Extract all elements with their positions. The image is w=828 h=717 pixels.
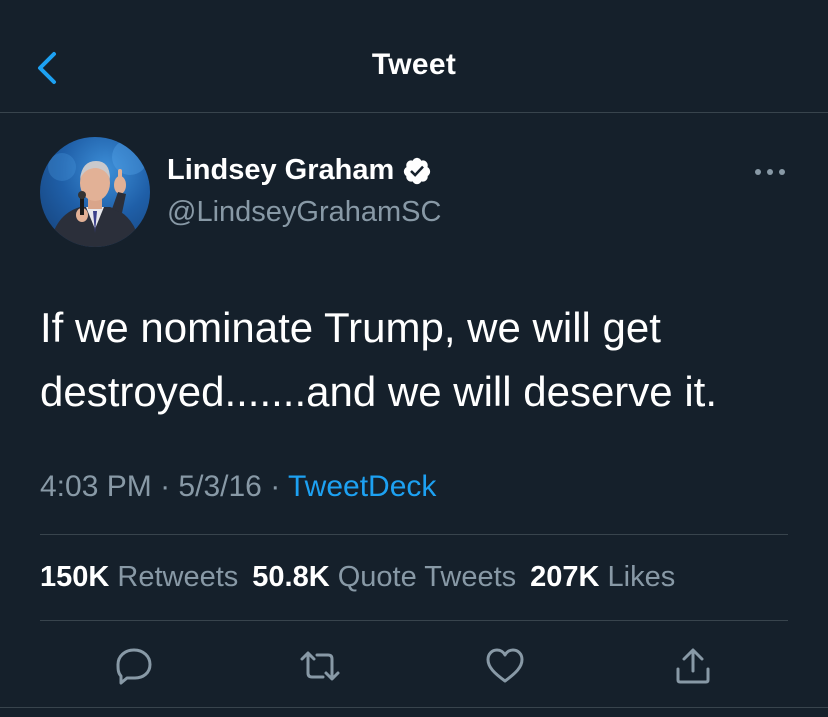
quotes-stat[interactable]: 50.8K Quote Tweets <box>252 561 530 593</box>
author-handle[interactable]: @LindseyGrahamSC <box>167 196 441 229</box>
profile-photo <box>48 139 148 247</box>
tweet-source-link[interactable]: TweetDeck <box>288 470 436 503</box>
tweet-text-line: destroyed.......and we will deserve it. <box>40 368 717 415</box>
author-name-text: Lindsey Graham <box>167 154 395 186</box>
likes-stat[interactable]: 207K Likes <box>530 561 689 593</box>
retweet-icon <box>300 651 340 681</box>
meta-separator: · <box>270 470 281 503</box>
tweet-text: If we nominate Trump, we will get destro… <box>40 296 800 424</box>
retweets-count: 150K <box>40 561 110 593</box>
header-bar: Tweet <box>0 0 828 113</box>
tweet-time: 4:03 PM <box>40 470 152 503</box>
page-title: Tweet <box>371 48 457 81</box>
author-name[interactable]: Lindsey Graham <box>167 154 432 187</box>
like-button[interactable] <box>484 645 526 687</box>
more-options-button[interactable] <box>752 158 788 186</box>
avatar[interactable] <box>40 137 150 247</box>
retweets-label: Retweets <box>117 561 239 593</box>
meta-separator: · <box>160 470 171 503</box>
share-button[interactable] <box>672 645 714 687</box>
retweets-stat[interactable]: 150K Retweets <box>40 561 252 593</box>
quotes-label: Quote Tweets <box>337 561 517 593</box>
tweet-meta: 4:03 PM · 5/3/16 · TweetDeck <box>40 470 436 504</box>
likes-label: Likes <box>607 561 676 593</box>
like-icon <box>486 648 524 683</box>
likes-count: 207K <box>530 561 600 593</box>
verified-badge-icon <box>402 156 432 186</box>
bottom-divider <box>0 707 828 708</box>
reply-icon <box>116 648 152 685</box>
more-dots-icon <box>755 169 785 175</box>
retweet-button[interactable] <box>299 645 341 687</box>
divider <box>40 620 788 621</box>
divider <box>40 534 788 535</box>
reply-button[interactable] <box>113 645 155 687</box>
tweet-date: 5/3/16 <box>178 470 262 503</box>
share-icon <box>676 648 710 684</box>
quotes-count: 50.8K <box>252 561 330 593</box>
tweet-text-line: If we nominate Trump, we will get <box>40 304 661 351</box>
tweet-stats: 150K Retweets 50.8K Quote Tweets 207K Like… <box>40 561 689 594</box>
